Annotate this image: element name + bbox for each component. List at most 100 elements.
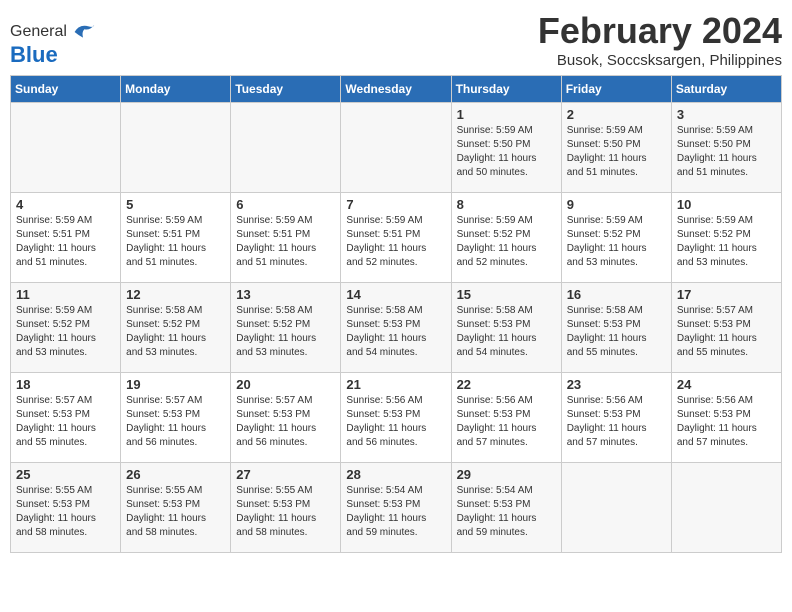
day-detail: Sunrise: 5:56 AMSunset: 5:53 PMDaylight:… — [457, 394, 556, 450]
day-detail: Sunrise: 5:59 AMSunset: 5:52 PMDaylight:… — [677, 214, 776, 270]
calendar-cell — [11, 103, 121, 193]
day-detail: Sunrise: 5:59 AMSunset: 5:50 PMDaylight:… — [457, 124, 556, 180]
calendar-cell: 19 Sunrise: 5:57 AMSunset: 5:53 PMDayligh… — [121, 373, 231, 463]
calendar-cell: 9 Sunrise: 5:59 AMSunset: 5:52 PMDaylight… — [561, 193, 671, 283]
day-detail: Sunrise: 5:59 AMSunset: 5:51 PMDaylight:… — [16, 214, 115, 270]
calendar-cell: 24 Sunrise: 5:56 AMSunset: 5:53 PMDayligh… — [671, 373, 781, 463]
logo-bird-icon — [69, 18, 97, 46]
day-number: 10 — [677, 197, 776, 212]
day-number: 8 — [457, 197, 556, 212]
calendar-week-row: 18Sunrise: 5:57 AMSunset: 5:53 PMDayligh… — [11, 373, 782, 463]
day-detail: Sunrise: 5:59 AMSunset: 5:51 PMDaylight:… — [346, 214, 445, 270]
calendar-cell — [121, 103, 231, 193]
calendar-header-row: SundayMondayTuesdayWednesdayThursdayFrid… — [11, 76, 782, 103]
day-number: 12 — [126, 287, 225, 302]
day-detail: Sunrise: 5:58 AMSunset: 5:53 PMDaylight:… — [346, 304, 445, 360]
day-number: 3 — [677, 107, 776, 122]
calendar-cell — [561, 463, 671, 553]
day-number: 24 — [677, 377, 776, 392]
day-number: 22 — [457, 377, 556, 392]
calendar-cell: 12 Sunrise: 5:58 AMSunset: 5:52 PMDayligh… — [121, 283, 231, 373]
day-number: 13 — [236, 287, 335, 302]
weekday-header-friday: Friday — [561, 76, 671, 103]
calendar-cell: 11 Sunrise: 5:59 AMSunset: 5:52 PMDayligh… — [11, 283, 121, 373]
day-number: 26 — [126, 467, 225, 482]
month-year-title: February 2024 — [538, 10, 782, 52]
calendar-cell: 28 Sunrise: 5:54 AMSunset: 5:53 PMDayligh… — [341, 463, 451, 553]
calendar-cell: 26 Sunrise: 5:55 AMSunset: 5:53 PMDayligh… — [121, 463, 231, 553]
day-detail: Sunrise: 5:56 AMSunset: 5:53 PMDaylight:… — [567, 394, 666, 450]
calendar-cell: 2Sunrise: 5:59 AMSunset: 5:50 PMDaylight… — [561, 103, 671, 193]
day-detail: Sunrise: 5:59 AMSunset: 5:52 PMDaylight:… — [567, 214, 666, 270]
weekday-header-thursday: Thursday — [451, 76, 561, 103]
calendar-cell: 14 Sunrise: 5:58 AMSunset: 5:53 PMDayligh… — [341, 283, 451, 373]
calendar-cell: 22 Sunrise: 5:56 AMSunset: 5:53 PMDayligh… — [451, 373, 561, 463]
day-number: 14 — [346, 287, 445, 302]
day-number: 21 — [346, 377, 445, 392]
day-detail: Sunrise: 5:57 AMSunset: 5:53 PMDaylight:… — [126, 394, 225, 450]
day-detail: Sunrise: 5:57 AMSunset: 5:53 PMDaylight:… — [236, 394, 335, 450]
calendar-cell: 5 Sunrise: 5:59 AMSunset: 5:51 PMDaylight… — [121, 193, 231, 283]
day-number: 17 — [677, 287, 776, 302]
day-detail: Sunrise: 5:57 AMSunset: 5:53 PMDaylight:… — [16, 394, 115, 450]
calendar-table: SundayMondayTuesdayWednesdayThursdayFrid… — [10, 75, 782, 553]
day-detail: Sunrise: 5:55 AMSunset: 5:53 PMDaylight:… — [126, 484, 225, 540]
day-detail: Sunrise: 5:59 AMSunset: 5:50 PMDaylight:… — [567, 124, 666, 180]
day-number: 16 — [567, 287, 666, 302]
calendar-cell: 25Sunrise: 5:55 AMSunset: 5:53 PMDayligh… — [11, 463, 121, 553]
location-subtitle: Busok, Soccsksargen, Philippines — [538, 52, 782, 69]
calendar-cell: 21 Sunrise: 5:56 AMSunset: 5:53 PMDayligh… — [341, 373, 451, 463]
calendar-cell: 16 Sunrise: 5:58 AMSunset: 5:53 PMDayligh… — [561, 283, 671, 373]
day-detail: Sunrise: 5:58 AMSunset: 5:53 PMDaylight:… — [567, 304, 666, 360]
day-detail: Sunrise: 5:56 AMSunset: 5:53 PMDaylight:… — [677, 394, 776, 450]
day-number: 29 — [457, 467, 556, 482]
day-detail: Sunrise: 5:59 AMSunset: 5:52 PMDaylight:… — [16, 304, 115, 360]
day-detail: Sunrise: 5:59 AMSunset: 5:51 PMDaylight:… — [126, 214, 225, 270]
calendar-cell — [341, 103, 451, 193]
day-detail: Sunrise: 5:55 AMSunset: 5:53 PMDaylight:… — [236, 484, 335, 540]
calendar-cell — [231, 103, 341, 193]
day-detail: Sunrise: 5:56 AMSunset: 5:53 PMDaylight:… — [346, 394, 445, 450]
day-detail: Sunrise: 5:54 AMSunset: 5:53 PMDaylight:… — [457, 484, 556, 540]
day-number: 11 — [16, 287, 115, 302]
day-number: 28 — [346, 467, 445, 482]
day-number: 20 — [236, 377, 335, 392]
day-number: 5 — [126, 197, 225, 212]
calendar-cell: 13 Sunrise: 5:58 AMSunset: 5:52 PMDayligh… — [231, 283, 341, 373]
calendar-cell: 29 Sunrise: 5:54 AMSunset: 5:53 PMDayligh… — [451, 463, 561, 553]
weekday-header-wednesday: Wednesday — [341, 76, 451, 103]
day-number: 25 — [16, 467, 115, 482]
logo-general-text: General — [10, 23, 67, 41]
weekday-header-sunday: Sunday — [11, 76, 121, 103]
day-detail: Sunrise: 5:58 AMSunset: 5:52 PMDaylight:… — [126, 304, 225, 360]
day-number: 9 — [567, 197, 666, 212]
calendar-week-row: 1Sunrise: 5:59 AMSunset: 5:50 PMDaylight… — [11, 103, 782, 193]
weekday-header-tuesday: Tuesday — [231, 76, 341, 103]
day-detail: Sunrise: 5:54 AMSunset: 5:53 PMDaylight:… — [346, 484, 445, 540]
day-number: 27 — [236, 467, 335, 482]
day-detail: Sunrise: 5:58 AMSunset: 5:52 PMDaylight:… — [236, 304, 335, 360]
page-header: General Blue February 2024 Busok, Soccsk… — [10, 10, 782, 69]
calendar-cell: 18Sunrise: 5:57 AMSunset: 5:53 PMDayligh… — [11, 373, 121, 463]
calendar-week-row: 11 Sunrise: 5:59 AMSunset: 5:52 PMDayligh… — [11, 283, 782, 373]
day-number: 7 — [346, 197, 445, 212]
logo: General Blue — [10, 18, 97, 68]
calendar-cell: 7 Sunrise: 5:59 AMSunset: 5:51 PMDaylight… — [341, 193, 451, 283]
day-detail: Sunrise: 5:58 AMSunset: 5:53 PMDaylight:… — [457, 304, 556, 360]
day-number: 19 — [126, 377, 225, 392]
calendar-cell — [671, 463, 781, 553]
day-number: 6 — [236, 197, 335, 212]
day-detail: Sunrise: 5:59 AMSunset: 5:52 PMDaylight:… — [457, 214, 556, 270]
calendar-cell: 10 Sunrise: 5:59 AMSunset: 5:52 PMDayligh… — [671, 193, 781, 283]
weekday-header-monday: Monday — [121, 76, 231, 103]
calendar-cell: 20 Sunrise: 5:57 AMSunset: 5:53 PMDayligh… — [231, 373, 341, 463]
calendar-cell: 8 Sunrise: 5:59 AMSunset: 5:52 PMDaylight… — [451, 193, 561, 283]
calendar-cell: 17 Sunrise: 5:57 AMSunset: 5:53 PMDayligh… — [671, 283, 781, 373]
day-number: 15 — [457, 287, 556, 302]
calendar-cell: 4Sunrise: 5:59 AMSunset: 5:51 PMDaylight… — [11, 193, 121, 283]
calendar-cell: 15 Sunrise: 5:58 AMSunset: 5:53 PMDayligh… — [451, 283, 561, 373]
calendar-cell: 3Sunrise: 5:59 AMSunset: 5:50 PMDaylight… — [671, 103, 781, 193]
weekday-header-saturday: Saturday — [671, 76, 781, 103]
day-detail: Sunrise: 5:57 AMSunset: 5:53 PMDaylight:… — [677, 304, 776, 360]
calendar-cell: 6Sunrise: 5:59 AMSunset: 5:51 PMDaylight… — [231, 193, 341, 283]
